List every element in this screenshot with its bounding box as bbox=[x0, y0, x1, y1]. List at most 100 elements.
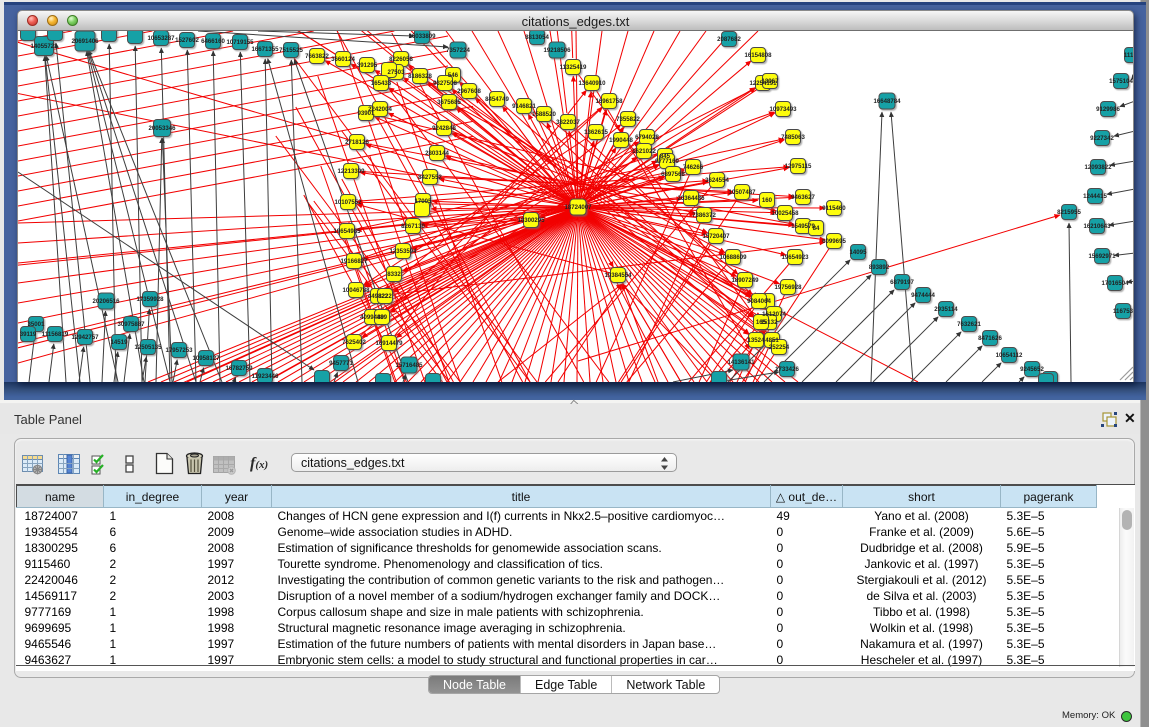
svg-text:8332: 8332 bbox=[387, 271, 401, 278]
svg-text:4851: 4851 bbox=[765, 337, 779, 344]
svg-text:252254: 252254 bbox=[769, 344, 790, 351]
svg-text:9115460: 9115460 bbox=[822, 205, 846, 212]
svg-text:15716485: 15716485 bbox=[395, 362, 423, 369]
svg-text:8427552: 8427552 bbox=[418, 174, 442, 181]
svg-text:16648784: 16648784 bbox=[873, 98, 901, 105]
svg-text:14055721: 14055721 bbox=[30, 43, 58, 50]
svg-text:165: 165 bbox=[756, 319, 767, 326]
svg-text:1244415: 1244415 bbox=[1083, 193, 1107, 200]
svg-text:2803144: 2803144 bbox=[425, 150, 449, 157]
svg-text:7485063: 7485063 bbox=[781, 134, 805, 141]
svg-text:12942757: 12942757 bbox=[71, 334, 99, 341]
svg-text:9463627: 9463627 bbox=[791, 194, 815, 201]
svg-text:2087682: 2087682 bbox=[717, 36, 741, 43]
svg-text:7515525: 7515525 bbox=[279, 47, 303, 54]
svg-text:8267130: 8267130 bbox=[401, 223, 425, 230]
svg-text:16154808: 16154808 bbox=[744, 52, 772, 59]
svg-text:18724007: 18724007 bbox=[564, 204, 592, 211]
svg-text:6897568: 6897568 bbox=[661, 171, 685, 178]
svg-text:7625402: 7625402 bbox=[342, 339, 366, 346]
svg-text:3660124: 3660124 bbox=[331, 56, 355, 63]
svg-text:13640910: 13640910 bbox=[578, 80, 606, 87]
svg-text:6099695: 6099695 bbox=[822, 238, 846, 245]
svg-text:19654923: 19654923 bbox=[781, 254, 809, 261]
svg-text:12213309: 12213309 bbox=[337, 168, 365, 175]
svg-text:12093822: 12093822 bbox=[1084, 164, 1112, 171]
svg-text:17016504: 17016504 bbox=[1101, 280, 1129, 287]
svg-text:2242004: 2242004 bbox=[368, 106, 392, 113]
svg-text:7357224: 7357224 bbox=[446, 47, 470, 54]
svg-text:16961758: 16961758 bbox=[595, 98, 623, 105]
svg-text:13524: 13524 bbox=[748, 337, 766, 344]
svg-text:10958127: 10958127 bbox=[192, 355, 220, 362]
svg-text:6794028: 6794028 bbox=[635, 134, 659, 141]
svg-text:11174: 11174 bbox=[1124, 52, 1134, 59]
svg-text:1588520: 1588520 bbox=[532, 111, 556, 118]
svg-text:1362615: 1362615 bbox=[584, 129, 608, 136]
svg-text:160: 160 bbox=[762, 197, 773, 204]
svg-text:10654112: 10654112 bbox=[996, 352, 1023, 359]
svg-text:17005: 17005 bbox=[415, 198, 433, 205]
svg-text:2718126: 2718126 bbox=[345, 139, 369, 146]
svg-text:12353594: 12353594 bbox=[389, 248, 417, 255]
svg-text:12975115: 12975115 bbox=[785, 163, 812, 170]
svg-text:11325419: 11325419 bbox=[560, 64, 587, 71]
svg-text:20206516: 20206516 bbox=[92, 298, 120, 305]
svg-text:7355822: 7355822 bbox=[616, 116, 640, 123]
svg-text:116753: 116753 bbox=[1113, 308, 1134, 315]
svg-text:8222: 8222 bbox=[378, 293, 392, 300]
svg-text:7663822: 7663822 bbox=[305, 53, 329, 60]
svg-text:30975887: 30975887 bbox=[117, 321, 145, 328]
svg-text:1612074: 1612074 bbox=[762, 311, 786, 318]
svg-text:39119: 39119 bbox=[20, 331, 37, 338]
svg-text:10719155: 10719155 bbox=[226, 39, 254, 46]
svg-text:8454749: 8454749 bbox=[485, 96, 509, 103]
svg-text:9227342: 9227342 bbox=[1090, 135, 1114, 142]
svg-text:84: 84 bbox=[813, 225, 820, 232]
svg-text:15692971: 15692971 bbox=[1088, 253, 1116, 260]
svg-text:8226058: 8226058 bbox=[389, 56, 413, 63]
svg-text:19218506: 19218506 bbox=[543, 47, 571, 54]
svg-text:19756928: 19756928 bbox=[774, 284, 802, 291]
svg-text:10688609: 10688609 bbox=[719, 254, 747, 261]
svg-text:10107552: 10107552 bbox=[334, 199, 362, 206]
svg-text:17359928: 17359928 bbox=[136, 296, 164, 303]
svg-text:19384554: 19384554 bbox=[604, 272, 632, 279]
svg-text:10046788: 10046788 bbox=[342, 287, 370, 294]
svg-text:391295: 391295 bbox=[357, 62, 378, 69]
svg-text:6879197: 6879197 bbox=[890, 279, 914, 286]
svg-text:7632621: 7632621 bbox=[957, 321, 981, 328]
svg-text:165433: 165433 bbox=[371, 80, 392, 87]
svg-text:8215955: 8215955 bbox=[1057, 209, 1081, 216]
svg-text:3675685: 3675685 bbox=[437, 99, 461, 106]
svg-text:15720407: 15720407 bbox=[702, 233, 730, 240]
svg-text:9474444: 9474444 bbox=[911, 292, 935, 299]
svg-text:9327508: 9327508 bbox=[433, 80, 457, 87]
svg-text:546: 546 bbox=[448, 72, 459, 79]
svg-text:11923446: 11923446 bbox=[252, 373, 279, 380]
svg-text:9084064: 9084064 bbox=[747, 298, 771, 305]
svg-text:1527602: 1527602 bbox=[175, 37, 199, 44]
svg-text:9129986: 9129986 bbox=[1096, 106, 1120, 113]
svg-text:14136141: 14136141 bbox=[727, 359, 755, 366]
svg-text:16671355: 16671355 bbox=[251, 46, 279, 53]
svg-text:2967608: 2967608 bbox=[457, 88, 481, 95]
svg-text:746266: 746266 bbox=[683, 164, 704, 171]
svg-text:1621022: 1621022 bbox=[632, 148, 656, 155]
svg-text:17957253: 17957253 bbox=[165, 347, 193, 354]
svg-text:10973493: 10973493 bbox=[769, 106, 797, 113]
svg-text:18300295: 18300295 bbox=[517, 217, 545, 224]
svg-text:1733426: 1733426 bbox=[775, 366, 799, 373]
svg-text:18907249: 18907249 bbox=[731, 277, 759, 284]
svg-text:893892: 893892 bbox=[869, 264, 890, 271]
svg-text:35001: 35001 bbox=[28, 321, 46, 328]
svg-text:14519: 14519 bbox=[111, 339, 129, 346]
svg-text:8186328: 8186328 bbox=[408, 73, 432, 80]
svg-text:16914479: 16914479 bbox=[375, 340, 403, 347]
svg-text:8813054: 8813054 bbox=[525, 34, 549, 41]
svg-text:12505135: 12505135 bbox=[134, 344, 162, 351]
svg-text:19166827: 19166827 bbox=[340, 258, 368, 265]
svg-text:3624554: 3624554 bbox=[705, 177, 729, 184]
svg-text:9146821: 9146821 bbox=[512, 103, 536, 110]
svg-text:9777169: 9777169 bbox=[655, 158, 679, 165]
